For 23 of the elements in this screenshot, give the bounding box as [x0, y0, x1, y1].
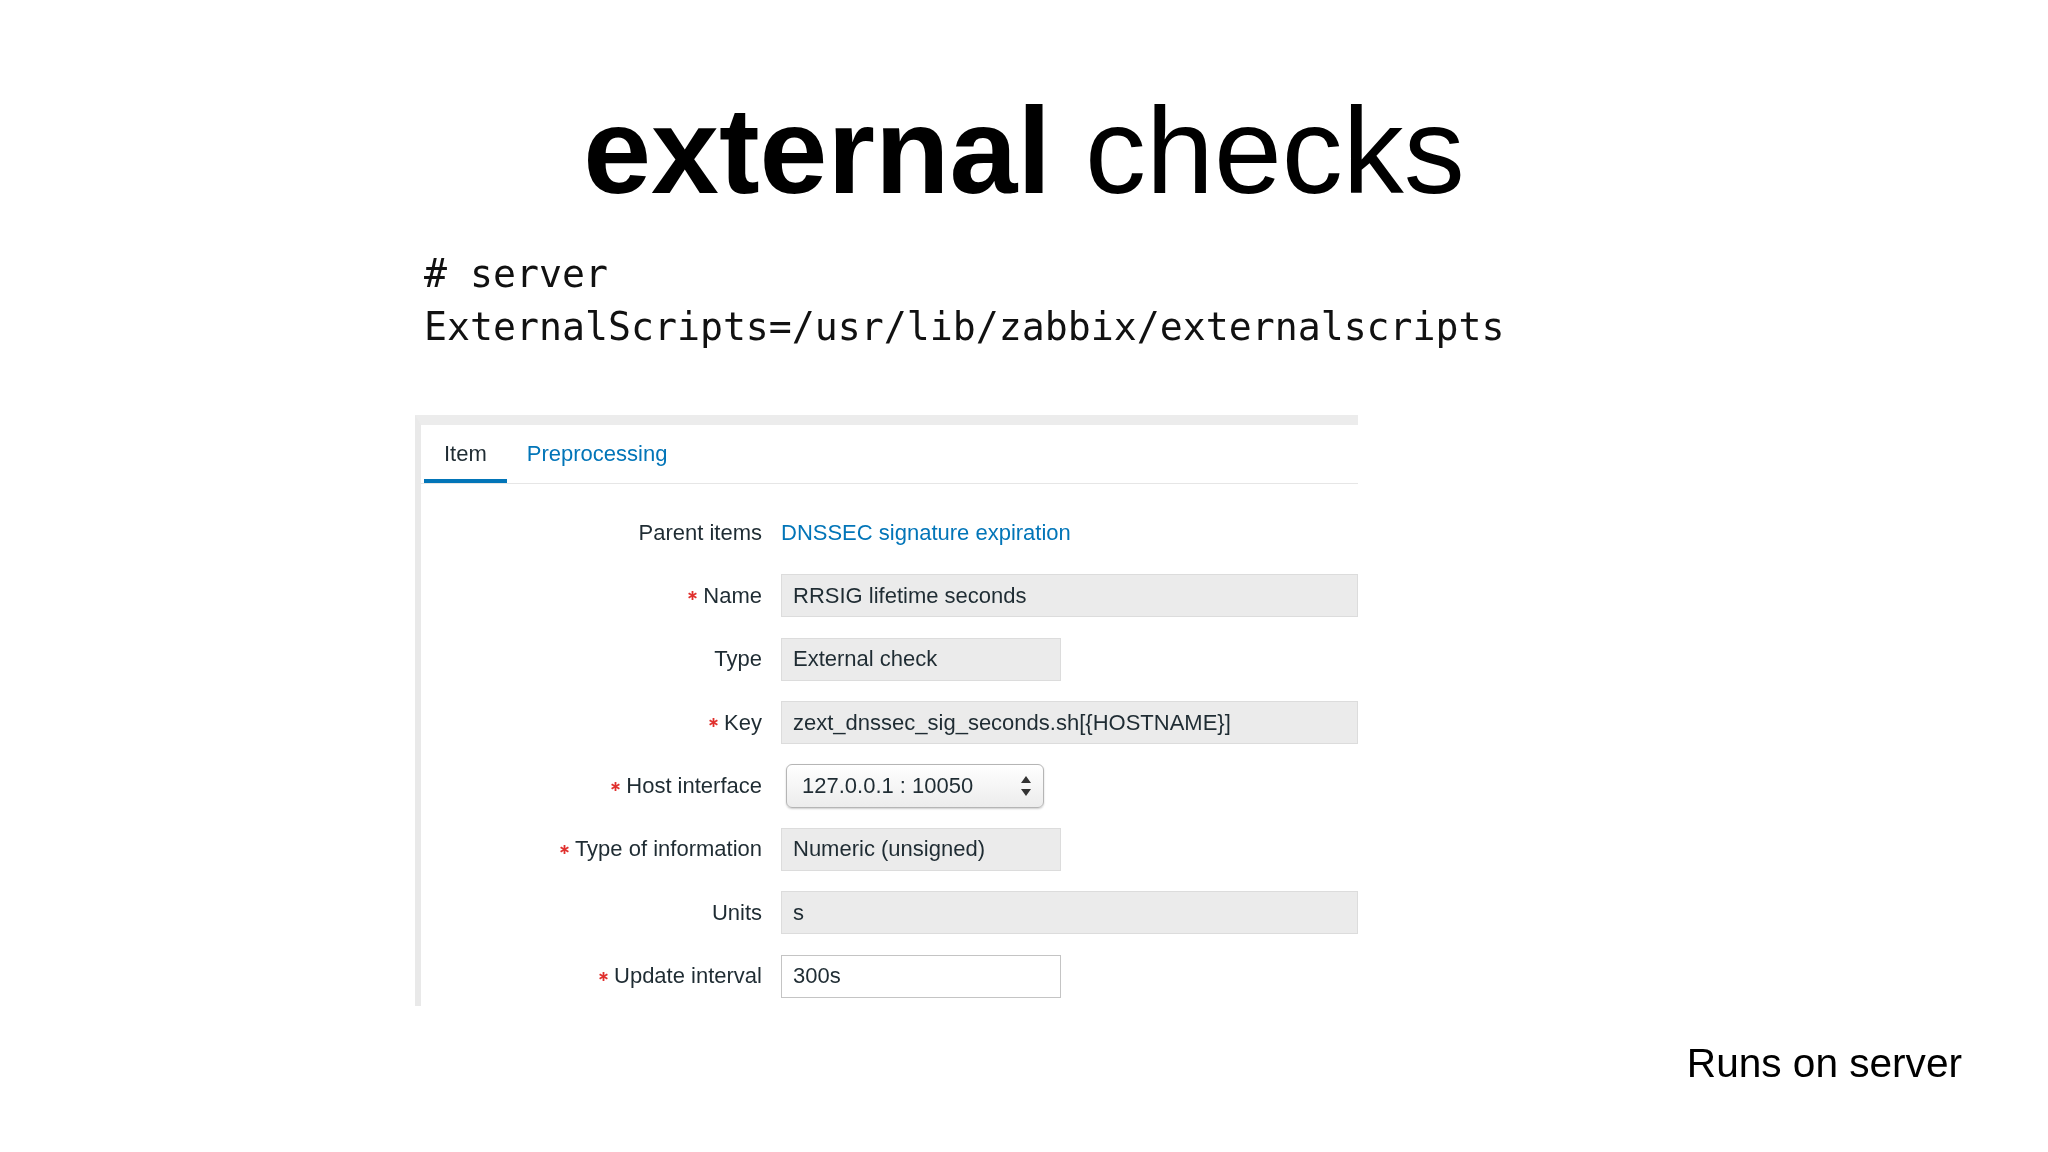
tab[interactable]: Item [424, 425, 507, 483]
field-label: Type of information [574, 836, 762, 863]
slide-note: Runs on server [1686, 1040, 1962, 1087]
field-label: Parent items [638, 519, 762, 546]
parent-item-link[interactable]: DNSSEC signature expiration [781, 519, 1071, 546]
text-field[interactable]: 300s [781, 954, 1061, 998]
select-field[interactable]: External check [781, 637, 1061, 681]
code-line: # server [424, 251, 608, 298]
field-label: Units [711, 899, 762, 926]
field-label: Host interface [626, 773, 762, 800]
dropdown-select[interactable]: 127.0.0.1 : 10050 [786, 764, 1044, 809]
field-label: Name [703, 582, 762, 609]
text-field[interactable]: RRSIG lifetime seconds [781, 574, 1358, 618]
text-field[interactable]: zext_dnssec_sig_seconds.sh[{HOSTNAME}] [781, 701, 1358, 745]
field-label: Type [714, 646, 762, 673]
field-label: Update interval [614, 963, 762, 990]
select-field[interactable]: Numeric (unsigned) [781, 827, 1061, 871]
updown-arrows-icon [1021, 776, 1031, 797]
text-field[interactable]: s [781, 891, 1358, 935]
tab[interactable]: Preprocessing [506, 425, 688, 483]
slide-title: external checks [583, 90, 1465, 212]
field-label: Key [724, 709, 762, 736]
code-line: ExternalScripts=/usr/lib/zabbix/externalscripts [424, 304, 1505, 351]
